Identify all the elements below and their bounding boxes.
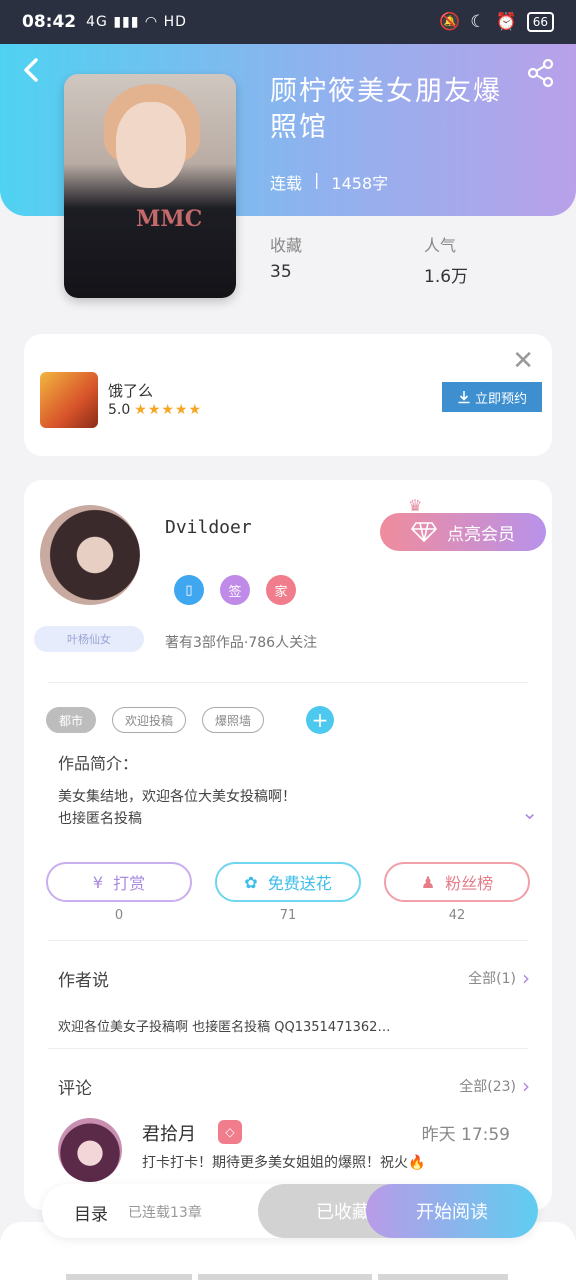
close-icon[interactable]: ✕ <box>512 346 534 376</box>
meta-divider: | <box>314 170 320 189</box>
chapter-status: 已连载13章 <box>128 1205 202 1221</box>
intro-text: 美女集结地，欢迎各位大美女投稿啊！ 也接匿名投稿 <box>58 786 478 830</box>
flower-icon: ✿ <box>244 872 258 892</box>
download-icon <box>458 391 470 404</box>
signed-badge[interactable]: 签 <box>220 575 250 605</box>
author-says-more[interactable]: 全部(1) › <box>468 966 530 990</box>
send-flower-button[interactable]: ✿ 免费送花 <box>215 862 361 902</box>
hd-label: HD <box>163 14 187 30</box>
tag-item[interactable]: 爆照墙 <box>202 707 265 733</box>
toc-button[interactable]: 目录 <box>74 1200 108 1225</box>
work-info-card: Dvildoer ♛ 点亮会员 ▯ 签 家 叶杨仙女 著有3部作品·786人关注… <box>24 480 552 1210</box>
star-rating-icon: ★★★★★ <box>134 402 203 418</box>
vip-button[interactable]: 点亮会员 <box>380 513 546 551</box>
commenter-name[interactable]: 君拾月 <box>142 1120 196 1146</box>
reward-button[interactable]: ¥ 打赏 <box>46 862 192 902</box>
battery-indicator: 66 <box>526 12 554 32</box>
chevron-down-icon[interactable]: ⌄ <box>521 800 538 824</box>
nav-indicator <box>198 1274 372 1280</box>
comment-time: 昨天 17:59 <box>421 1125 510 1145</box>
comments-title: 评论 <box>58 1079 92 1099</box>
ad-thumbnail <box>40 372 98 428</box>
intro-label: 作品简介： <box>58 754 139 773</box>
author-says-title: 作者说 <box>58 971 109 991</box>
wifi-icon: ◠ <box>144 14 159 30</box>
divider <box>48 682 528 683</box>
send-flower-label: 免费送花 <box>267 874 332 893</box>
book-words: 1458字 <box>331 174 389 193</box>
network-label: 4G <box>86 14 108 30</box>
divider <box>48 1048 528 1049</box>
nav-indicator <box>378 1274 508 1280</box>
intro-line: 也接匿名投稿 <box>58 811 142 827</box>
reward-label: 打赏 <box>113 874 146 893</box>
status-bar: 08:42 4G ▮▮▮ ◠ HD 🔕 ☾ ⏰ 66 <box>0 0 576 44</box>
comments-more-label: 全部(23) <box>459 1079 516 1095</box>
nav-indicator <box>66 1274 192 1280</box>
author-title-tag: 叶杨仙女 <box>34 626 144 652</box>
favorites-label: 收藏 <box>270 236 303 255</box>
cover-face <box>116 102 186 188</box>
mute-icon: 🔕 <box>439 12 461 32</box>
ad-reserve-button[interactable]: 立即预约 <box>442 382 542 412</box>
cover-shirt-text: MMC <box>136 206 203 232</box>
moon-icon: ☾ <box>470 12 486 32</box>
favorites-value: 35 <box>270 262 292 282</box>
chevron-right-icon: › <box>522 1074 530 1098</box>
ad-rating-value: 5.0 <box>108 402 131 418</box>
chevron-left-icon <box>24 58 38 82</box>
diamond-icon <box>411 522 437 542</box>
ad-card[interactable]: ✕ 饿了么 5.0 ★★★★★ 立即预约 <box>24 334 552 456</box>
vip-button-label: 点亮会员 <box>447 524 515 545</box>
back-button[interactable] <box>18 56 48 86</box>
add-tag-button[interactable]: + <box>306 706 335 734</box>
tag-list: 都市 欢迎投稿 爆照墙 + <box>46 706 335 734</box>
author-name[interactable]: Dvildoer <box>165 517 252 538</box>
popularity-label: 人气 <box>424 236 457 255</box>
status-time: 08:42 <box>22 12 77 32</box>
popularity-value: 1.6万 <box>424 267 469 287</box>
share-icon <box>527 58 554 88</box>
yuan-icon: ¥ <box>92 872 104 892</box>
network-indicator: 4G ▮▮▮ ◠ HD <box>86 14 187 30</box>
ad-app-name: 饿了么 <box>108 382 154 400</box>
comment-text[interactable]: 打卡打卡！期待更多美女姐姐的爆照！祝火🔥 <box>142 1152 425 1172</box>
tag-genre[interactable]: 都市 <box>46 707 97 733</box>
book-title: 顾柠筱美女朋友爆照馆 <box>270 76 502 143</box>
writer-badge[interactable]: 家 <box>266 575 296 605</box>
bottom-action-bar: 目录 已连载13章 已收藏 开始阅读 <box>42 1184 538 1238</box>
author-avatar[interactable] <box>40 505 140 605</box>
book-meta: 连载 | 1458字 <box>270 170 388 194</box>
divider <box>48 940 528 941</box>
reward-count: 0 <box>114 908 124 923</box>
signal-icon: ▮▮▮ <box>113 14 140 30</box>
ad-reserve-label: 立即预约 <box>474 391 527 407</box>
alarm-icon: ⏰ <box>495 12 517 32</box>
comments-more[interactable]: 全部(23) › <box>459 1074 530 1098</box>
phone-badge-icon[interactable]: ▯ <box>174 575 204 605</box>
start-reading-button[interactable]: 开始阅读 <box>366 1184 538 1238</box>
intro-line: 美女集结地，欢迎各位大美女投稿啊！ <box>58 789 296 805</box>
fan-rank-button[interactable]: ♟ 粉丝榜 <box>384 862 530 902</box>
book-status: 连载 <box>270 174 303 193</box>
author-stats: 著有3部作品·786人关注 <box>165 635 318 651</box>
commenter-avatar[interactable] <box>58 1118 122 1182</box>
share-button[interactable] <box>526 58 556 88</box>
tag-item[interactable]: 欢迎投稿 <box>112 707 187 733</box>
author-badges: ▯ 签 家 <box>174 575 296 605</box>
book-cover[interactable]: MMC <box>64 74 236 298</box>
fan-rank-label: 粉丝榜 <box>445 874 494 893</box>
fan-count: 42 <box>448 908 466 923</box>
user-icon: ♟ <box>420 872 436 892</box>
ad-rating: 5.0 ★★★★★ <box>108 402 202 418</box>
flower-count: 71 <box>279 908 297 923</box>
author-says-text[interactable]: 欢迎各位美女子投稿啊 也接匿名投稿 QQ1351471362… <box>58 1016 528 1035</box>
chevron-right-icon: › <box>522 966 530 990</box>
diamond-badge-icon: ◇ <box>218 1120 242 1144</box>
author-says-more-label: 全部(1) <box>468 971 516 987</box>
